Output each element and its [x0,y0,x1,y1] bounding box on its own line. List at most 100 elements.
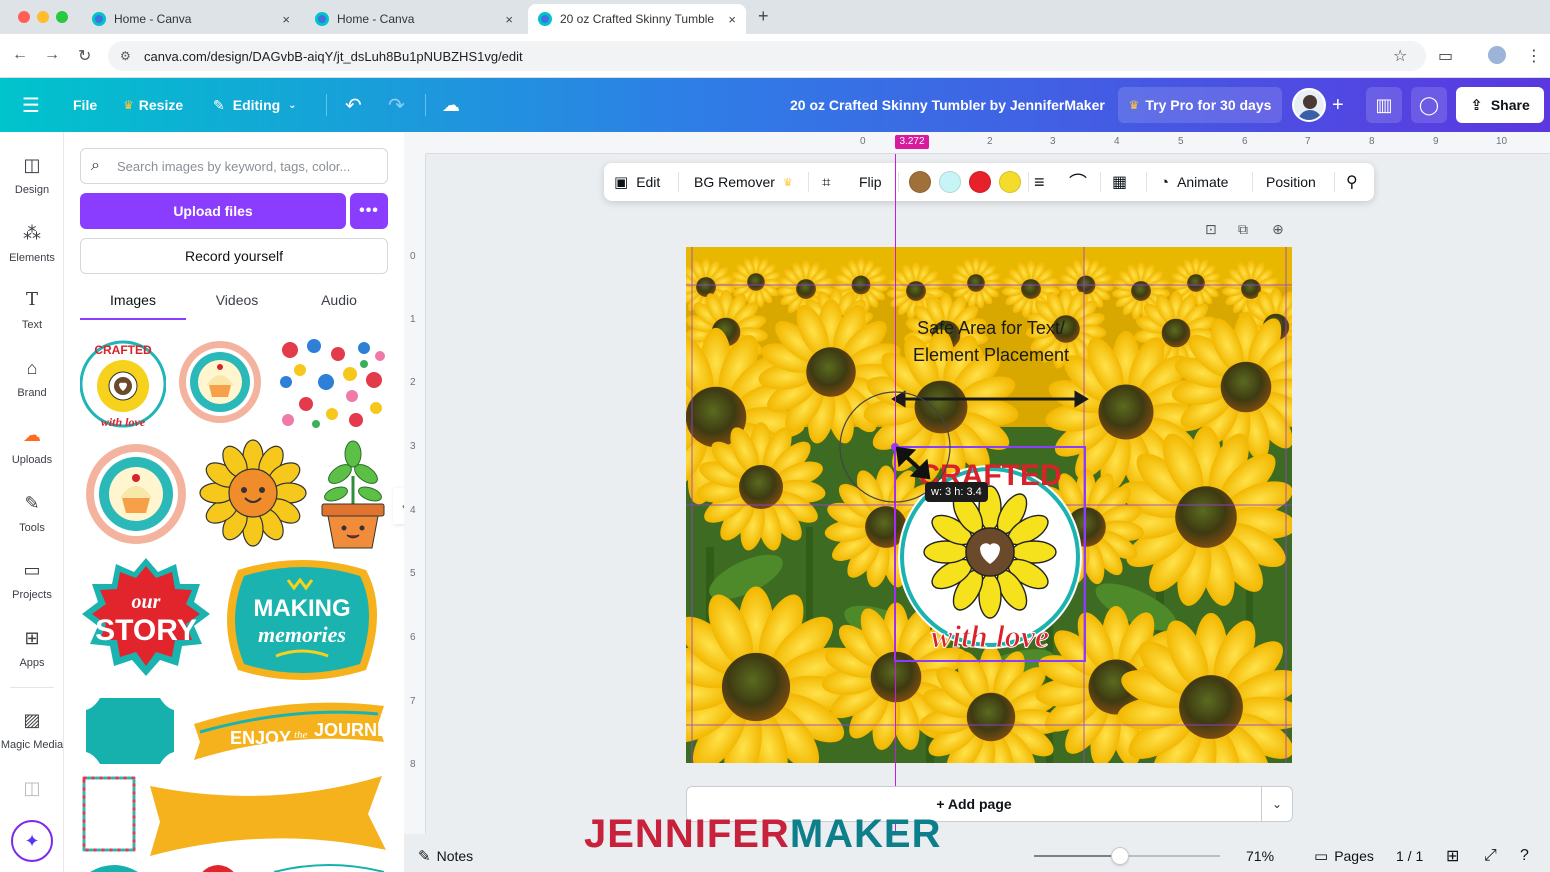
rail-item-tools[interactable]: ✎ Tools [0,492,64,534]
corner-rounding-icon[interactable]: ⌒ [1069,163,1087,201]
rail-item-design[interactable]: ◫ Design [0,154,64,196]
add-page-icon[interactable]: ⊕ [1272,221,1284,238]
color-swatch-red[interactable] [969,171,991,193]
back-arrow-icon[interactable]: ← [12,46,28,64]
insights-chart-icon[interactable]: ▥ [1366,87,1402,123]
edit-image-button[interactable]: ▣ Edit [614,163,660,201]
browser-tab-design[interactable]: 20 oz Crafted Skinny Tumble × [528,4,746,34]
bg-remover-button[interactable]: BG Remover ♛ [694,163,793,201]
pages-button[interactable]: ▭ Pages [1314,840,1374,872]
browser-tab-home-2[interactable]: Home - Canva × [305,4,523,34]
ruler-tick: 9 [1433,136,1439,147]
rail-item-magic-media[interactable]: ▨ Magic Media [0,709,64,751]
close-window-button[interactable] [18,11,30,23]
rail-item-elements[interactable]: ⁂ Elements [0,222,64,264]
record-yourself-button[interactable]: Record yourself [80,238,388,274]
file-menu-button[interactable]: File [73,78,97,132]
rail-item-brand[interactable]: ⌂ Brand [0,357,64,399]
undo-icon[interactable]: ↶ [345,78,362,132]
add-collaborator-icon[interactable]: + [1332,78,1344,132]
tab-audio[interactable]: Audio [286,292,392,320]
horizontal-ruler[interactable]: 0 2 3 4 5 6 7 8 9 10 [426,132,1550,154]
magic-assistant-button[interactable]: ✦ [11,820,53,862]
minimize-window-button[interactable] [37,11,49,23]
lock-icon[interactable]: ⊡ [1205,221,1217,238]
jennifermaker-watermark: JENNIFERMAKER [584,812,941,857]
cast-icon[interactable]: ▭ [1438,46,1453,66]
add-page-options-button[interactable]: ⌄ [1261,786,1293,822]
try-pro-button[interactable]: ♛ Try Pro for 30 days [1118,87,1282,123]
duplicate-page-icon[interactable]: ⧉ [1238,221,1248,238]
zoom-percentage[interactable]: 71% [1246,840,1274,872]
browser-menu-icon[interactable]: ⋮ [1526,46,1542,66]
tab-videos[interactable]: Videos [184,292,290,320]
ruler-tick: 4 [410,505,416,516]
thumbnail-dotted-frame[interactable] [80,774,138,854]
search-input[interactable]: ⌕ Search images by keyword, tags, color.… [80,148,388,184]
border-style-icon[interactable]: ≡ [1034,163,1045,201]
new-tab-button[interactable]: + [758,6,769,27]
transparency-icon[interactable]: ▦ [1112,163,1127,201]
crop-button[interactable]: ⌗ [822,163,838,201]
fullscreen-icon[interactable]: ⤢ [1484,840,1497,872]
bookmark-star-icon[interactable]: ☆ [1393,46,1407,66]
thumbnail-partial-1[interactable] [84,858,144,872]
profile-avatar-icon[interactable] [1488,46,1506,64]
tab-close-icon[interactable]: × [505,12,513,27]
flip-button[interactable]: Flip [859,163,882,201]
address-field[interactable]: ⚙ canva.com/design/DAGvbB-aiqY/jt_dsLuh8… [108,41,1426,71]
design-title[interactable]: 20 oz Crafted Skinny Tumbler by Jennifer… [790,78,1105,132]
thumbnail-yellow-banner[interactable] [146,772,388,856]
maximize-window-button[interactable] [56,11,68,23]
cloud-save-icon[interactable]: ☁ [442,78,460,132]
thumbnail-cupcake-badge[interactable] [177,337,263,427]
position-button[interactable]: Position [1266,163,1316,201]
resize-button[interactable]: ♛ Resize [123,78,183,132]
thumbnail-partial-3[interactable] [270,860,388,872]
vertical-ruler[interactable]: 0 1 2 3 4 5 6 7 8 [404,154,426,834]
comment-icon[interactable]: ◯ [1411,87,1447,123]
resize-label: Resize [138,97,184,113]
thumbnail-partial-2[interactable] [200,860,236,872]
site-settings-icon[interactable]: ⚙ [120,49,131,63]
thumbnail-cupcake-badge-2[interactable] [84,442,188,546]
share-button[interactable]: ⇪ Share [1456,87,1544,123]
color-swatch-yellow[interactable] [999,171,1021,193]
notes-button[interactable]: ✎ Notes [418,840,473,872]
rail-item-text[interactable]: T Text [0,289,64,331]
rail-item-projects[interactable]: ▭ Projects [0,559,64,601]
thumbnail-our-story[interactable]: our STORY [80,556,212,686]
tab-close-icon[interactable]: × [282,12,290,27]
color-swatch-brown[interactable] [909,171,931,193]
upload-files-button[interactable]: Upload files [80,193,346,229]
help-icon[interactable]: ? [1520,840,1529,872]
thumbnail-smiling-sunflower[interactable] [198,438,308,548]
tab-images[interactable]: Images [80,292,186,320]
safe-area-text[interactable]: Safe Area for Text/ Element Placement [896,315,1086,369]
rail-label: Tools [19,522,45,534]
zoom-slider-thumb[interactable] [1110,847,1129,865]
thumbnail-making-memories[interactable]: MAKING memories [216,556,388,686]
thumbnail-enjoy-the-journey[interactable]: ENJOY the JOURNEY [190,694,388,768]
animate-button[interactable]: ◔ Animate [1160,163,1228,201]
more-options-button[interactable]: ••• [350,193,388,229]
copy-style-icon[interactable]: ⚲ [1346,163,1358,201]
thumbnail-teal-label[interactable] [82,694,178,768]
pencil-icon: ✎ [213,96,225,113]
redo-icon[interactable]: ↷ [388,78,405,132]
editing-mode-button[interactable]: ✎ Editing ⌄ [213,78,297,132]
rail-item-apps[interactable]: ⊞ Apps [0,627,64,669]
grid-view-icon[interactable]: ⊞ [1446,840,1459,872]
color-swatch-light-cyan[interactable] [939,171,961,193]
rail-item-uploads[interactable]: ☁ Uploads [0,424,64,466]
thumbnail-potted-plant[interactable] [316,436,390,552]
thumbnail-crafted-sticker[interactable]: CRAFTED with love [80,334,166,432]
forward-arrow-icon[interactable]: → [44,46,60,64]
rail-item-more[interactable]: ◫ [0,777,64,807]
tab-close-icon[interactable]: × [728,12,736,27]
user-avatar[interactable] [1292,88,1326,122]
reload-icon[interactable]: ↻ [78,46,91,66]
main-menu-icon[interactable]: ☰ [22,78,40,132]
browser-tab-home-1[interactable]: Home - Canva × [82,4,300,34]
thumbnail-flower-pattern[interactable] [276,334,388,432]
